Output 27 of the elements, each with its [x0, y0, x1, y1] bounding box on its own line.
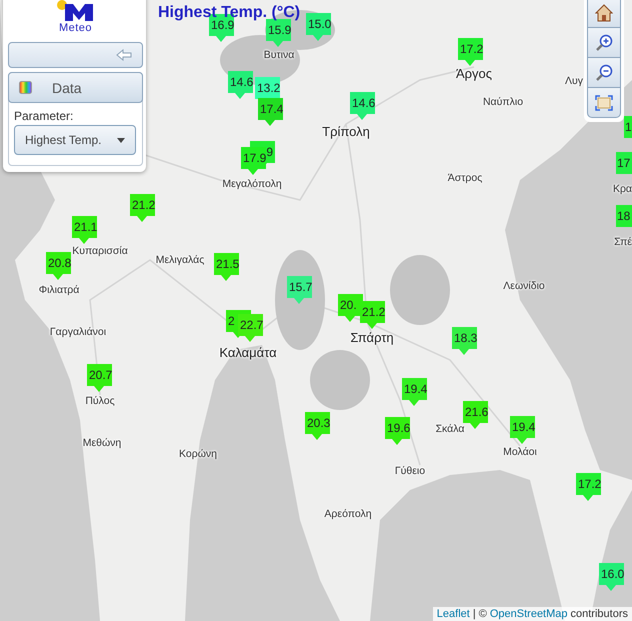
place-label: Τρίπολη [322, 124, 370, 139]
place-label: Φιλιατρά [38, 284, 80, 296]
place-label: Λεωνίδιο [503, 280, 545, 292]
place-label: Σπέ [614, 236, 632, 248]
attribution-text: contributors [570, 608, 628, 620]
place-label: Γαργαλιάνοι [50, 326, 106, 338]
place-label: Μεγαλόπολη [222, 178, 282, 190]
place-label: Μεθώνη [82, 437, 122, 449]
place-label: Ναύπλιο [482, 96, 524, 108]
place-label: Σπάρτη [350, 330, 394, 345]
place-label: Αρεόπολη [324, 508, 372, 520]
place-label: Μελιγαλάς [156, 254, 204, 266]
place-label: Κρα [612, 183, 632, 195]
parameter-label: Parameter: [14, 109, 74, 123]
place-label: Σκάλα [436, 423, 464, 435]
attribution-text: | © [472, 608, 487, 620]
logo-text: Meteo [58, 22, 92, 34]
place-label: Κορώνη [179, 448, 217, 460]
place-label: Άστρος [448, 172, 482, 184]
place-label: Πύλος [85, 395, 115, 407]
place-label: Καλαμάτα [219, 345, 277, 360]
place-label: Άργος [456, 66, 492, 81]
place-label: Γύθειο [394, 465, 426, 477]
place-label: Μολάοι [503, 446, 537, 458]
place-label: Λυγ [565, 75, 583, 87]
place-label: Βυτινα [264, 49, 294, 61]
place-label: Κυπαρισσία [72, 245, 128, 257]
